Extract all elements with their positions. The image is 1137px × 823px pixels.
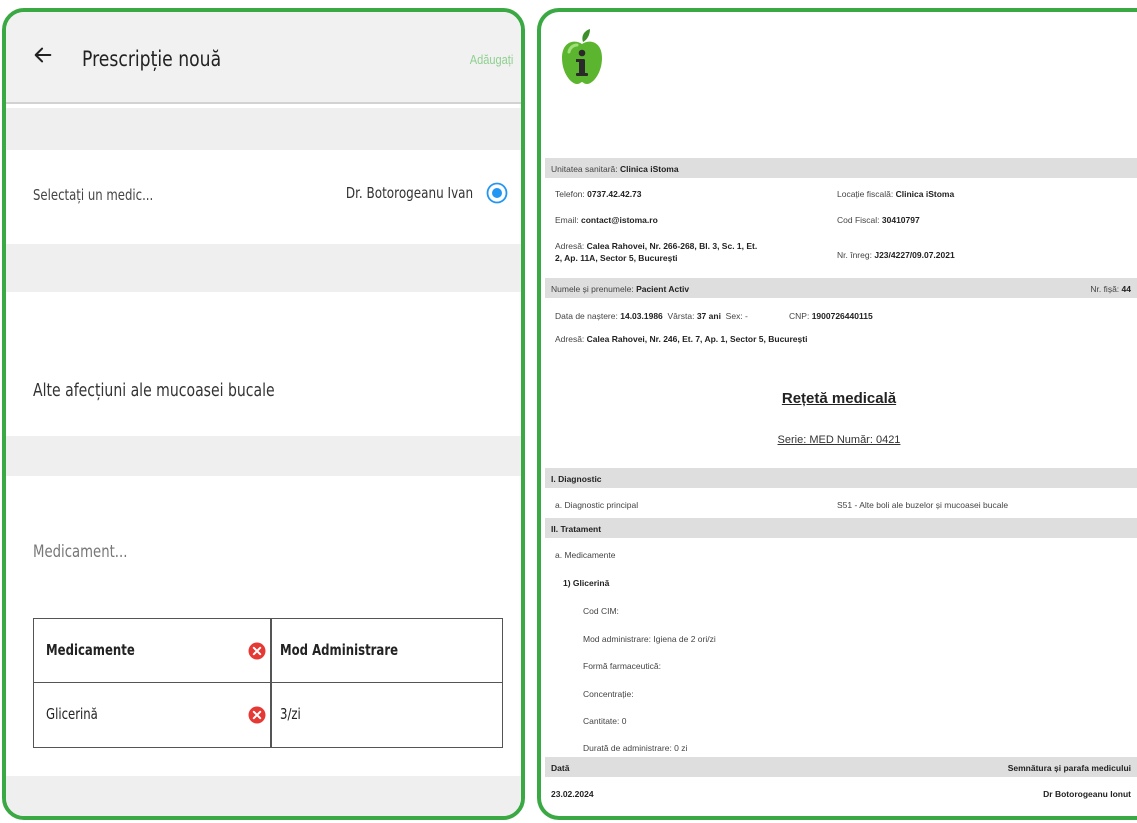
divider-band xyxy=(6,776,521,816)
fiscal-location-row: Locație fiscală: Clinica iStoma xyxy=(837,189,954,199)
meds-label: a. Medicamente xyxy=(555,550,616,560)
address-row: Adresă: Calea Rahovei, Nr. 266-268, Bl. … xyxy=(555,240,757,264)
main-diag-value: S51 - Alte boli ale buzelor și mucoasei … xyxy=(837,500,1009,510)
cell-medicament: Glicerină xyxy=(46,705,98,723)
phone-row: Telefon: 0737.42.42.73 xyxy=(555,189,642,199)
email-label: Email: xyxy=(555,215,579,225)
cell-mod-administrare: 3/zi xyxy=(280,705,301,723)
divider-band xyxy=(6,436,521,476)
birth-label: Data de naștere: xyxy=(555,311,618,321)
prescription-title: Rețetă medicală xyxy=(781,390,897,407)
reg-no-value: J23/4227/09.07.2021 xyxy=(874,250,955,260)
table-row: Glicerină 3/zi xyxy=(34,683,502,747)
phone-label: Telefon: xyxy=(555,189,585,199)
unit-label: Unitatea sanitară: xyxy=(551,164,618,174)
medicament-input[interactable]: Medicament... xyxy=(33,542,127,562)
date-label: Dată xyxy=(551,763,570,773)
unit-value: Clinica iStoma xyxy=(620,164,679,174)
app-bar: Prescripție nouă Adăugați xyxy=(6,12,521,104)
selected-doctor: Dr. Botorogeanu Ivan xyxy=(345,184,473,202)
address-label: Adresă: xyxy=(555,241,585,251)
concentratie: Concentrație: xyxy=(583,689,634,699)
medicament-table: Medicamente Mod Administrare Glicerină 3… xyxy=(33,618,503,748)
cnp-value: 1900726440115 xyxy=(811,311,873,321)
patient-address-label: Adresă: xyxy=(555,334,585,344)
phone-value: 0737.42.42.73 xyxy=(587,189,642,199)
reg-no-label: Nr. înreg: xyxy=(837,250,872,260)
prescription-serie: Serie: MED Număr: 0421 xyxy=(777,434,901,446)
remove-icon[interactable] xyxy=(248,706,266,724)
signature-label: Semnătura și parafa medicului xyxy=(1007,763,1131,773)
file-no-row: Nr. fișă: 44 xyxy=(1090,284,1131,294)
cnp-row: CNP: 1900726440115 xyxy=(789,311,873,321)
document-body: Unitatea sanitară: Clinica iStoma Telefo… xyxy=(541,12,1137,816)
cod-cim: Cod CIM: xyxy=(583,606,619,616)
remove-icon[interactable] xyxy=(248,642,266,660)
birth-value: 14.03.1986 xyxy=(620,311,663,321)
table-header-row: Medicamente Mod Administrare xyxy=(34,619,502,683)
divider-band xyxy=(6,244,521,292)
forma-farmaceutica: Formă farmaceutică: xyxy=(583,661,661,671)
email-value: contact@istoma.ro xyxy=(581,215,658,225)
prescription-document: Unitatea sanitară: Clinica iStoma Telefo… xyxy=(537,8,1137,820)
treatment-band xyxy=(545,518,1137,538)
address-line-1: Calea Rahovei, Nr. 266-268, Bl. 3, Sc. 1… xyxy=(586,241,758,251)
doctor-select-field[interactable]: Selectați un medic... xyxy=(33,186,153,204)
fiscal-code-row: Cod Fiscal: 30410797 xyxy=(837,215,920,225)
patient-address-value: Calea Rahovei, Nr. 246, Et. 7, Ap. 1, Se… xyxy=(586,334,808,344)
unit-row: Unitatea sanitară: Clinica iStoma xyxy=(551,164,679,174)
file-no-label: Nr. fișă: xyxy=(1090,284,1120,294)
section-treatment: II. Tratament xyxy=(551,524,602,534)
birth-row: Data de naștere: 14.03.1986 Vârsta: 37 a… xyxy=(555,311,748,321)
med-name: 1) Glicerină xyxy=(563,578,610,588)
date-value: 23.02.2024 xyxy=(551,789,594,799)
file-no-value: 44 xyxy=(1121,284,1131,294)
age-label: Vârsta: xyxy=(667,311,695,321)
mod-administrare: Mod administrare: Igiena de 2 ori/zi xyxy=(583,634,716,644)
add-button[interactable]: Adăugați xyxy=(469,52,513,67)
diagnostic-band xyxy=(545,468,1137,488)
reg-no-row: Nr. înreg: J23/4227/09.07.2021 xyxy=(837,250,955,260)
main-diag-label: a. Diagnostic principal xyxy=(555,500,639,510)
header-medicamente: Medicamente xyxy=(46,641,135,659)
diagnosis-field[interactable]: Alte afecțiuni ale mucoasei bucale xyxy=(33,380,275,401)
back-arrow-icon[interactable] xyxy=(32,44,54,66)
fiscal-code-value: 30410797 xyxy=(881,215,920,225)
patient-name-value: Pacient Activ xyxy=(636,284,690,294)
fiscal-code-label: Cod Fiscal: xyxy=(837,215,880,225)
durata-administrare: Durată de administrare: 0 zi xyxy=(583,743,688,753)
fiscal-location-value: Clinica iStoma xyxy=(895,189,955,199)
header-mod-administrare: Mod Administrare xyxy=(280,641,399,659)
age-value: 37 ani xyxy=(696,311,721,321)
divider-band xyxy=(6,108,521,150)
patient-name-label: Numele și prenumele: xyxy=(551,284,634,294)
patient-address-row: Adresă: Calea Rahovei, Nr. 246, Et. 7, A… xyxy=(555,334,807,344)
address-line-2: 2, Ap. 11A, Sector 5, București xyxy=(555,253,678,263)
doctor-value: Dr Botorogeanu Ionut xyxy=(1043,789,1131,799)
section-diagnostic: I. Diagnostic xyxy=(551,474,602,484)
sex-label: Sex: - xyxy=(725,311,748,321)
radio-selected-icon[interactable] xyxy=(486,182,508,204)
new-prescription-screen: Prescripție nouă Adăugați Selectați un m… xyxy=(2,8,525,820)
cantitate: Cantitate: 0 xyxy=(583,716,627,726)
cnp-label: CNP: xyxy=(789,311,810,321)
fiscal-location-label: Locație fiscală: xyxy=(837,189,894,199)
patient-name-row: Numele și prenumele: Pacient Activ xyxy=(551,284,689,294)
email-row: Email: contact@istoma.ro xyxy=(555,215,658,225)
page-title: Prescripție nouă xyxy=(82,47,222,71)
